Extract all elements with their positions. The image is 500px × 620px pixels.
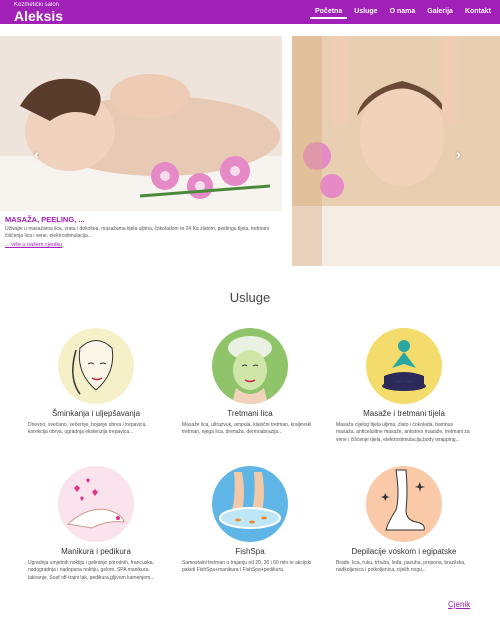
caption-link[interactable]: ... više u našem cjeniku [5,242,277,248]
services-title: Usluge [229,290,271,305]
price-list-link[interactable]: Cjenik [448,600,470,609]
service-circle-waxing [366,466,442,542]
massage-icon [382,340,426,391]
service-facial[interactable]: Tretmani lica Masaže lica, ultrazvuk, am… [180,328,320,437]
nav-item-usluge[interactable]: Usluge [349,6,382,19]
slide-facial [292,36,500,266]
leg-wax-icon [381,469,425,531]
top-bar: Kozmetički salon Aleksis Početna Usluge … [0,0,500,24]
main-nav: Početna Usluge O nama Galerija Kontakt [308,6,496,19]
service-desc: Samostalni tretman u trajanju od 20, 30 … [182,560,312,574]
service-desc: Brade, lica, ruku, trbuha, leđa, pazuha,… [336,560,466,574]
facial-photo [292,36,500,266]
service-title: Masaže i tretmani tijela [363,409,445,418]
service-circle-fishspa [212,466,288,542]
service-title: Depilacije voskom i egipatske [351,547,457,556]
nav-item-kontakt[interactable]: Kontakt [460,6,496,19]
service-desc: Ugradnja umjetnih noktiju i geliranje pr… [28,560,155,581]
nav-item-galerija[interactable]: Galerija [422,6,458,19]
slide-caption: MASAŽA, PEELING, ... Uživajte u masažama… [0,211,282,266]
caption-text: Uživajte u masažama lica, vrata i dekolt… [5,226,270,239]
brand-logo[interactable]: Kozmetički salon Aleksis [14,2,63,23]
service-circle-makeup [58,328,134,404]
fish-spa-icon [219,472,281,529]
slider-prev-arrow[interactable]: ‹ [34,146,39,162]
brand-subtitle: Kozmetički salon [14,2,60,8]
service-title: FishSpa [235,547,265,556]
service-circle-massage [366,328,442,404]
service-desc: Dnevno, svečano, večernje, bojanje obrva… [28,422,147,436]
nav-item-o-nama[interactable]: O nama [385,6,421,19]
service-title: Šminkanja i uljepšavanja [51,409,141,418]
brand-title: Aleksis [14,8,64,24]
service-circle-facial [212,328,288,404]
service-title: Manikura i pedikura [61,547,131,556]
slide-massage: MASAŽA, PEELING, ... Uživajte u masažama… [0,36,282,266]
service-fishspa[interactable]: FishSpa Samostalni tretman u trajanju od… [180,466,320,575]
service-nails[interactable]: Manikura i pedikura Ugradnja umjetnih no… [26,466,166,582]
slider-next-arrow[interactable]: › [456,146,461,162]
service-makeup[interactable]: Šminkanja i uljepšavanja Dnevno, svečano… [26,328,166,437]
service-massage[interactable]: Masaže i tretmani tijela Masaža cijelog … [334,328,474,444]
service-desc: Masaže lica, ultrazvuk, ampula, klasični… [182,422,312,436]
massage-photo [0,36,282,211]
nails-icon [66,478,125,529]
face-mask-icon [228,336,272,404]
service-desc: Masaža cijelog tijela uljima, zlato i čo… [336,422,470,443]
hero-slider: MASAŽA, PEELING, ... Uživajte u masažama… [0,36,500,266]
nav-item-pocetna[interactable]: Početna [309,6,348,19]
caption-title: MASAŽA, PEELING, ... [5,215,85,224]
service-waxing[interactable]: Depilacije voskom i egipatske Brade, lic… [334,466,474,575]
service-title: Tretmani lica [227,409,273,418]
service-circle-nails [58,466,134,542]
face-makeup-icon [72,340,114,395]
